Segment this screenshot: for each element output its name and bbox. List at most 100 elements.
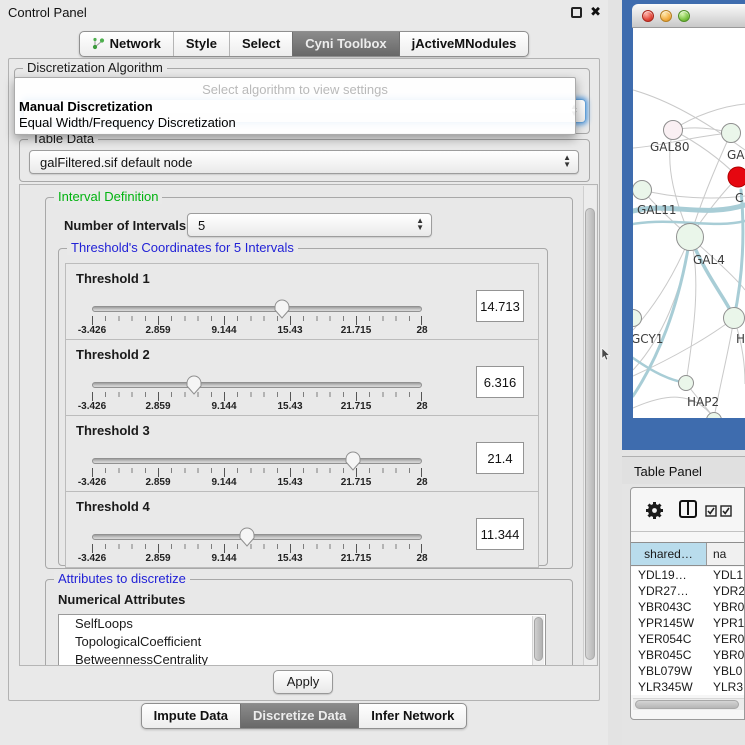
table-row[interactable]: YBR045CYBR0 [631,647,745,663]
dropdown-prompt-item[interactable]: Select algorithm to view settings [15,82,575,97]
column-header-shared-name[interactable]: shared… [631,543,707,565]
threshold-coordinates-group: Threshold's Coordinates for 5 Intervals … [58,248,548,566]
top-tab-bar: Network Style Select Cyni Toolbox jActiv… [0,31,608,57]
table-panel-region: Table Panel [622,450,745,745]
slider-track[interactable] [92,458,422,464]
threshold-4-panel: Threshold 4 -3.4262.8599.144 15.4321.715… [65,491,539,568]
node-label-cut-right: GA [727,148,745,162]
node-label-gal11: GAL11 [637,203,676,217]
table-row[interactable]: YDR27…YDR2 [631,583,745,599]
settings-scroll-area: Interval Definition Number of Intervals … [19,184,598,666]
slider-thumb[interactable] [344,450,362,471]
dropdown-item-equal-width-frequency[interactable]: Equal Width/Frequency Discretization [19,115,236,130]
network-canvas[interactable]: GAL80 GA C GAL11 GAL4 GCY1 H HAP2 [633,28,745,418]
list-item-selfloops[interactable]: SelfLoops [59,615,545,633]
node-label-gcy1: GCY1 [633,332,663,346]
table-row[interactable]: YBR043CYBR0 [631,599,745,615]
threshold-4-slider[interactable]: -3.4262.8599.144 15.4321.71528 [92,530,422,564]
tab-select[interactable]: Select [229,32,292,56]
checkbox-column-icon[interactable] [705,505,717,517]
threshold-1-slider[interactable]: -3.4262.8599.144 15.4321.71528 [92,302,422,336]
column-header-name[interactable]: na [707,543,745,565]
node-bottom-partial[interactable] [707,413,722,419]
slider-thumb[interactable] [273,298,291,319]
table-header-row: shared… na [631,542,745,566]
mouse-cursor [601,348,610,361]
network-window-titlebar[interactable] [632,4,745,28]
table-horizontal-scrollbar[interactable] [633,698,744,710]
close-traffic-light-icon[interactable] [642,10,654,22]
minimize-traffic-light-icon[interactable] [660,10,672,22]
table-rows: YDL19…YDL1 YDR27…YDR2 YBR043CYBR0 YPR145… [631,567,745,695]
tab-jactivemnodules[interactable]: jActiveMNodules [399,32,529,56]
tab-style[interactable]: Style [173,32,229,56]
threshold-3-label: Threshold 3 [76,423,150,438]
network-graph: GAL80 GA C GAL11 GAL4 GCY1 H HAP2 [633,28,745,418]
node-selected-red[interactable] [728,167,745,187]
bottom-tab-bar: Impute Data Discretize Data Infer Networ… [0,703,608,729]
threshold-coordinates-title: Threshold's Coordinates for 5 Intervals [67,240,298,255]
threshold-1-label: Threshold 1 [76,271,150,286]
node-label-cut-h: H [736,332,745,346]
apply-button[interactable]: Apply [273,670,333,694]
tab-infer-network[interactable]: Infer Network [358,704,466,728]
stepper-arrows-icon: ▲▼ [416,217,424,231]
stepper-arrows-icon: ▲▼ [563,154,571,168]
zoom-traffic-light-icon[interactable] [678,10,690,22]
discretization-algorithm-title: Discretization Algorithm [23,60,167,75]
slider-thumb[interactable] [238,526,256,547]
slider-track[interactable] [92,382,422,388]
scrollbar-thumb[interactable] [585,208,595,660]
node-gal4[interactable] [677,224,704,251]
tab-discretize-data[interactable]: Discretize Data [240,704,358,728]
list-item-topologicalcoefficient[interactable]: TopologicalCoefficient [59,633,545,651]
threshold-3-slider[interactable]: -3.4262.8599.144 15.4321.71528 [92,454,422,488]
checkbox-row-icon[interactable] [720,505,732,517]
tab-cyni-toolbox[interactable]: Cyni Toolbox [292,32,398,56]
threshold-1-value-field[interactable] [476,290,524,322]
algorithm-dropdown-popup: Select algorithm to view settings Manual… [14,77,576,135]
list-item-betweennesscentrality[interactable]: BetweennessCentrality [59,651,545,666]
slider-major-ticks [92,392,422,401]
slider-track[interactable] [92,306,422,312]
number-of-intervals-combobox[interactable]: 5 ▲▼ [187,213,432,237]
scrollbar-thumb[interactable] [635,700,739,709]
table-data-combobox[interactable]: galFiltered.sif default node ▲▼ [29,150,579,174]
slider-track[interactable] [92,534,422,540]
node-right-top[interactable] [722,124,741,143]
tab-impute-data[interactable]: Impute Data [142,704,240,728]
threshold-2-label: Threshold 2 [76,347,150,362]
node-gcy1[interactable] [633,310,642,327]
tab-network[interactable]: Network [80,32,173,56]
node-hap2[interactable] [679,376,694,391]
table-row[interactable]: YLR345WYLR3 [631,679,745,695]
dropdown-item-manual-discretization[interactable]: Manual Discretization [19,99,153,114]
threshold-4-value-field[interactable] [476,518,524,550]
threshold-3-panel: Threshold 3 -3.4262.8599.144 15.4321.715… [65,415,539,492]
threshold-2-value-field[interactable] [476,366,524,398]
network-icon [92,37,105,50]
threshold-1-panel: Threshold 1 -3.4262.8599.144 15.4321.715… [65,263,539,340]
close-icon[interactable]: ✖ [590,4,601,20]
settings-vertical-scrollbar[interactable] [583,186,596,666]
table-panel-titlebar: Table Panel [622,456,745,484]
list-scrollbar[interactable] [532,616,544,666]
gear-icon[interactable] [645,501,664,520]
node-label-hap2: HAP2 [687,395,719,409]
slider-thumb[interactable] [185,374,203,395]
slider-major-ticks [92,468,422,477]
threshold-3-value-field[interactable] [476,442,524,474]
node-right-mid[interactable] [724,308,745,329]
column-layout-icon[interactable] [679,500,697,518]
slider-scale-labels: -3.4262.8599.144 15.4321.71528 [92,553,422,565]
node-label-cut-red: C [735,191,743,205]
table-row[interactable]: YPR145WYPR1 [631,615,745,631]
table-row[interactable]: YDL19…YDL1 [631,567,745,583]
node-gal80[interactable] [664,121,683,140]
node-label-gal4: GAL4 [693,253,725,267]
threshold-2-slider[interactable]: -3.4262.8599.144 15.4321.71528 [92,378,422,412]
table-row[interactable]: YBL079WYBL0 [631,663,745,679]
node-gal11[interactable] [633,181,652,200]
float-window-icon[interactable] [571,7,582,18]
table-row[interactable]: YER054CYER0 [631,631,745,647]
